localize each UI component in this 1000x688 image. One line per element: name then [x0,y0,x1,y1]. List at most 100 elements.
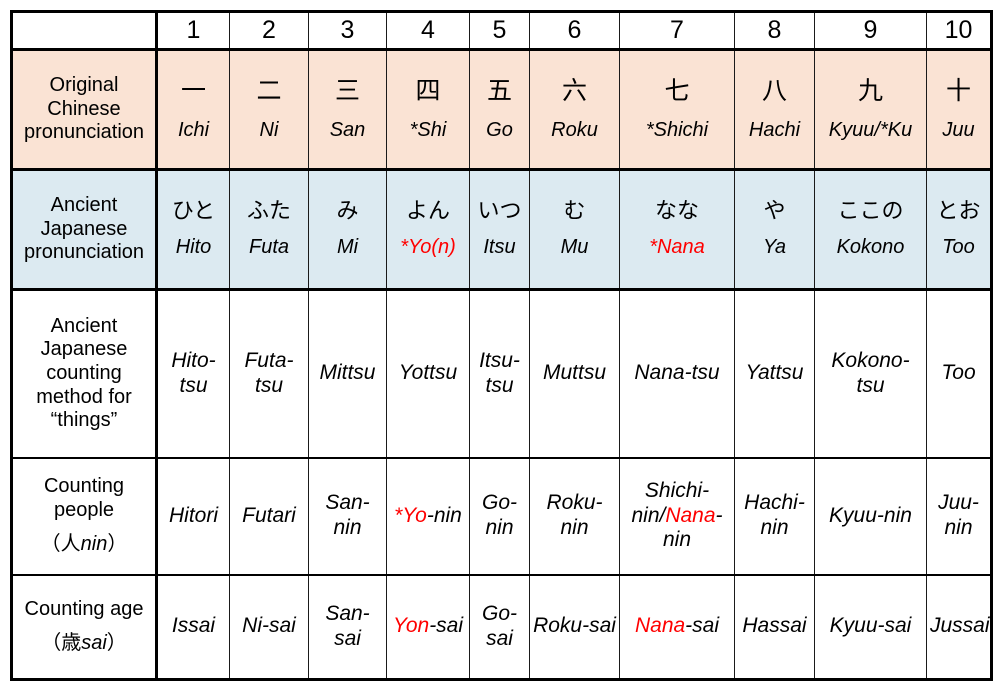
cell-ancient-japanese-pronunciation-3: み Mi [308,169,387,291]
cell-kanji: 二 [256,75,282,105]
row-label-line: Japanese [40,217,128,240]
cell-ancient-japanese-counting-things-1: Hito-tsu [156,289,230,459]
cell-original-chinese-pronunciation-6: 六 Roku [529,49,620,171]
row-label-ancient-japanese-pronunciation: Ancient Japanese pronunciation [11,169,158,291]
cell-counting-age-7: Nana-sai [619,574,735,680]
column-header-5: 5 [469,11,530,51]
cell-original-chinese-pronunciation-4: 四 *Shi [386,49,470,171]
cell-value-part: Futa-tsu [244,348,294,397]
cell-kana: み [336,199,359,225]
cell-value: Futari [242,504,296,527]
row-label-line: Counting age [24,597,144,620]
cell-value: Futa-tsu [244,349,293,397]
cell-value: Go-sai [482,602,517,650]
cell-ancient-japanese-counting-things-3: Mittsu [308,289,387,459]
cell-value-part: Yon [392,614,430,638]
row-label-text: Counting people （人nin） [16,475,152,557]
row-label-line: Chinese [47,97,121,120]
cell-romaji: *Shi [409,119,447,142]
cell-value: San-nin [325,491,369,539]
column-header-1: 1 [156,11,230,51]
row-label-line: pronunciation [23,241,145,264]
cell-value: Issai [172,614,215,637]
cell-kanji: 九 [857,75,883,105]
row-label-text: Ancient Japanese pronunciation [16,194,152,265]
cell-value: Yottsu [399,361,457,384]
cell-value-part: Hachi-nin [744,491,805,539]
counter-kanji: （人 [40,531,81,556]
cell-counting-people-3: San-nin [308,457,387,576]
column-header-7: 7 [619,11,735,51]
cell-counting-people-7: Shichi-nin/Nana-nin [619,457,735,576]
row-label-counting-people: Counting people （人nin） [11,457,158,576]
column-header-label: 8 [767,15,782,44]
cell-counting-people-2: Futari [229,457,309,576]
cell-kanji: 四 [415,75,441,105]
table-row-ancient-japanese-pronunciation: Ancient Japanese pronunciation ひと Hito ふた Futa… [11,169,992,291]
cell-counting-age-4: Yon-sai [386,574,470,680]
column-header-3: 3 [308,11,387,51]
cell-original-chinese-pronunciation-8: 八 Hachi [734,49,815,171]
cell-kana: ひと [171,199,216,225]
cell-counting-age-10: Jussai [926,574,992,680]
cell-value-part: Hito-tsu [171,348,216,397]
cell-ancient-japanese-counting-things-4: Yottsu [386,289,470,459]
cell-kanji: 八 [761,75,787,105]
column-header-8: 8 [734,11,815,51]
cell-kana: よん [405,199,450,225]
row-label-counting-age: Counting age （歳sai） [11,574,158,680]
cell-ancient-japanese-pronunciation-6: む Mu [529,169,620,291]
column-header-label: 2 [262,15,276,44]
cell-kanji: 一 [180,75,206,105]
cell-value-part: San-nin [325,491,370,539]
table-header-row: 1 2 3 4 5 6 7 8 9 10 [11,11,992,51]
cell-kana: ここの [837,199,904,225]
cell-value-part: -nin [426,503,462,527]
cell-original-chinese-pronunciation-7: 七 *Shichi [619,49,735,171]
column-header-label: 4 [421,15,435,44]
cell-counting-people-10: Juu-nin [926,457,992,576]
cell-value: Nana-tsu [634,361,719,384]
row-label-text: Counting age （歳sai） [16,598,152,656]
cell-value-part: Too [941,361,976,385]
cell-romaji: Juu [942,119,975,142]
cell-counting-people-8: Hachi-nin [734,457,815,576]
cell-kana: なな [654,199,699,225]
cell-ancient-japanese-pronunciation-7: なな *Nana [619,169,735,291]
row-label-line: Ancient [50,194,118,217]
cell-original-chinese-pronunciation-5: 五 Go [469,49,530,171]
cell-romaji: Ya [763,236,786,259]
table-sheet: 1 2 3 4 5 6 7 8 9 10 Original Chinese pronunciation 一… [0,0,1000,688]
cell-romaji: Futa [248,236,290,259]
cell-original-chinese-pronunciation-10: 十 Juu [926,49,992,171]
cell-counting-people-6: Roku-nin [529,457,620,576]
cell-ancient-japanese-counting-things-9: Kokono-tsu [814,289,927,459]
row-label-text: Original Chinese pronunciation [16,74,152,145]
cell-value-part: Kyuu-sai [829,614,912,638]
cell-value: Ni-sai [242,614,296,637]
row-label-line: Ancient [50,314,118,337]
row-label-line: “things” [50,409,118,432]
counter-romaji: nin [80,533,108,556]
column-header-label: 7 [670,15,684,44]
cell-value: Shichi-nin/Nana-nin [631,479,722,552]
cell-value: Juu-nin [938,491,979,539]
cell-kana: とお [936,199,981,225]
cell-value-part: Itsu-tsu [479,348,520,397]
cell-ancient-japanese-counting-things-2: Futa-tsu [229,289,309,459]
cell-value-part: Roku-nin [546,491,603,539]
cell-ancient-japanese-pronunciation-9: ここの Kokono [814,169,927,291]
cell-original-chinese-pronunciation-1: 一 Ichi [156,49,230,171]
cell-kanji: 三 [334,75,360,105]
cell-ancient-japanese-pronunciation-5: いつ Itsu [469,169,530,291]
column-header-label: 5 [492,15,507,44]
row-label-line: counting [46,361,122,384]
cell-value: Roku-sai [533,614,616,637]
cell-value: Hachi-nin [744,491,805,539]
cell-kanji: 十 [945,75,971,105]
cell-value-part: Roku-sai [533,614,616,638]
cell-ancient-japanese-counting-things-6: Muttsu [529,289,620,459]
cell-value: Too [941,361,975,384]
cell-value: Nana-sai [635,614,719,637]
row-label-line: method for [36,385,132,408]
